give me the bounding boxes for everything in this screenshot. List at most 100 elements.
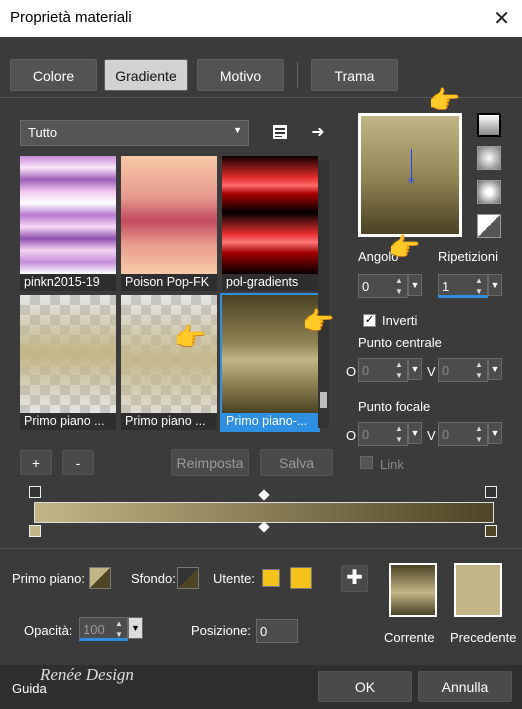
gradient-item[interactable]: Poison Pop-FK [121,156,217,291]
stepper-arrows-icon[interactable]: ▲ ▼ [391,423,407,445]
tab-trama[interactable]: Trama [311,59,398,91]
pointing-hand-icon: 👉 [174,322,207,352]
tab-motivo[interactable]: Motivo [197,59,284,91]
arrow-right-icon[interactable]: ➜ [308,122,328,142]
divider [0,548,522,549]
gradient-name: pol-gradients [222,274,318,291]
gradient-filter-select[interactable]: Tutto ▼ [20,120,249,146]
center-label: Punto centrale [358,335,442,350]
gradient-name: Primo piano ... [121,413,217,430]
center-v-label: V [427,364,436,379]
center-v-input[interactable]: 0 ▲ ▼ [438,358,488,382]
focal-h-label: O [346,428,357,443]
center-h-dropdown[interactable]: ▼ [408,358,422,380]
add-swatch-button[interactable]: ✚ [341,565,368,592]
center-v-value: 0 [442,363,450,378]
gradient-name: Primo piano-... [222,413,318,430]
user-label: Utente: [213,571,255,586]
background-swatch[interactable] [177,567,199,589]
angle-value: 0 [362,279,370,294]
gradient-item[interactable]: Primo piano ... [121,295,217,430]
stepper-arrows-icon[interactable]: ▲ ▼ [111,618,127,640]
opacity-input[interactable]: 100 ▲ ▼ [79,617,128,641]
gradient-swatch [222,156,318,274]
focal-v-dropdown[interactable]: ▼ [488,422,502,444]
angle-dropdown[interactable]: ▼ [408,274,422,296]
position-input[interactable]: 0 [256,619,298,643]
link-checkbox[interactable] [360,456,373,469]
gradient-preview[interactable]: ✳ [358,113,462,237]
stepper-arrows-icon[interactable]: ▲ ▼ [471,423,487,445]
invert-label: Inverti [382,313,418,328]
position-value: 0 [260,624,268,639]
tab-colore[interactable]: Colore [10,59,97,91]
previous-label: Precedente [450,630,517,645]
foreground-label: Primo piano: [12,571,85,586]
gradient-item[interactable]: Primo piano ... [20,295,116,430]
center-h-label: O [346,364,357,379]
gradient-grid: pinkn2015-19 Poison Pop-FK pol-gradients… [20,156,320,432]
opacity-midpoint[interactable] [258,489,270,501]
gradient-item[interactable]: pinkn2015-19 [20,156,116,291]
gradient-swatch [121,295,217,413]
rectangular-style-button[interactable] [477,146,501,170]
repeats-input[interactable]: 1 ▲ ▼ [438,274,488,298]
footer: Guida Renée Design OK Annulla [0,665,522,709]
opacity-label: Opacità: [24,623,73,638]
window-title: Proprietà materiali [10,9,132,26]
center-v-dropdown[interactable]: ▼ [488,358,502,380]
previous-swatch[interactable] [454,563,502,617]
stepper-arrows-icon[interactable]: ▲ ▼ [471,359,487,381]
save-button[interactable]: Salva [260,449,333,476]
remove-gradient-button[interactable]: - [62,450,94,475]
user-color-large[interactable] [290,567,312,589]
gradient-swatch [20,295,116,413]
color-stop-right[interactable] [485,525,497,537]
pointing-hand-icon: 👉 [302,306,335,336]
focal-h-input[interactable]: 0 ▲ ▼ [358,422,408,446]
color-stop-left[interactable] [29,525,41,537]
foreground-swatch[interactable] [89,567,111,589]
focal-v-input[interactable]: 0 ▲ ▼ [438,422,488,446]
pointing-hand-icon: 👉 [428,85,461,115]
link-label: Link [380,457,404,472]
invert-checkbox[interactable]: ✓ [363,314,376,327]
filter-value: Tutto [28,125,58,140]
gradient-item[interactable]: pol-gradients [222,156,318,291]
title-bar: Proprietà materiali ✕ [0,0,522,37]
ok-button[interactable]: OK [318,671,412,702]
linear-style-button[interactable] [477,113,501,137]
library-icon[interactable] [270,122,290,142]
center-h-input[interactable]: 0 ▲ ▼ [358,358,408,382]
gradient-swatch [121,156,217,274]
color-midpoint[interactable] [258,521,270,533]
opacity-stop-right[interactable] [485,486,497,498]
gradient-name: pinkn2015-19 [20,274,116,291]
add-gradient-button[interactable]: + [20,450,52,475]
focal-v-value: 0 [442,427,450,442]
focal-h-value: 0 [362,427,370,442]
opacity-dropdown[interactable]: ▼ [128,617,143,639]
tab-gradiente[interactable]: Gradiente [104,59,188,91]
repeats-dropdown[interactable]: ▼ [488,274,502,296]
watermark: Renée Design [40,665,134,684]
user-color-swatch[interactable] [262,569,280,587]
close-icon[interactable]: ✕ [493,6,510,31]
tab-divider [297,62,298,88]
gradient-editor-bar[interactable] [34,502,494,523]
stepper-arrows-icon[interactable]: ▲ ▼ [391,359,407,381]
opacity-stop-left[interactable] [29,486,41,498]
focal-h-dropdown[interactable]: ▼ [408,422,422,444]
pointing-hand-icon: 👉 [388,232,421,262]
angle-input[interactable]: 0 ▲ ▼ [358,274,408,298]
grid-scrollbar[interactable] [318,160,329,428]
reset-button[interactable]: Reimposta [171,449,249,476]
sunburst-style-button[interactable] [477,214,501,238]
center-h-value: 0 [362,363,370,378]
radial-style-button[interactable] [477,180,501,204]
stepper-arrows-icon[interactable]: ▲ ▼ [391,275,407,297]
stepper-arrows-icon[interactable]: ▲ ▼ [471,275,487,297]
current-swatch[interactable] [389,563,437,617]
scroll-thumb[interactable] [320,392,327,408]
cancel-button[interactable]: Annulla [418,671,512,702]
